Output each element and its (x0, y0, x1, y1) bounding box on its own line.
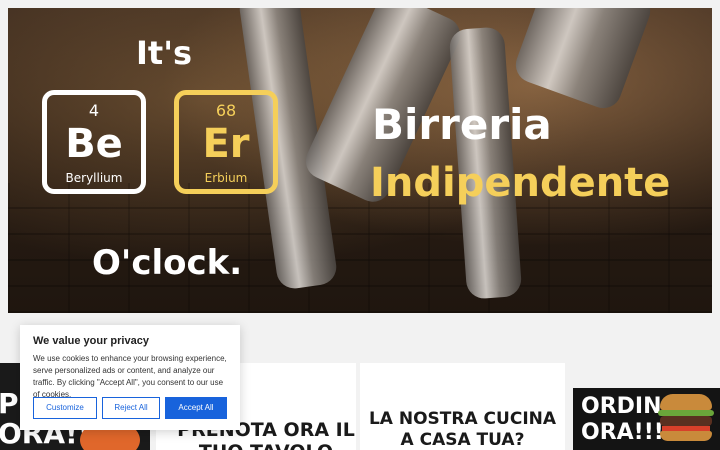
hero-oclock-text: O'clock. (92, 243, 243, 283)
element-number: 4 (88, 101, 100, 120)
kitchen-card[interactable]: LA NOSTRA CUCINA A CASA TUA? (360, 363, 565, 450)
element-symbol: Er (202, 121, 250, 167)
cookie-title: We value your privacy (33, 335, 149, 347)
cookie-description: We use cookies to enhance your browsing … (33, 354, 227, 399)
burger-icon (658, 394, 714, 444)
element-tile-beryllium: 4 Be Beryllium (42, 90, 146, 194)
accept-all-button[interactable]: Accept All (165, 397, 227, 419)
customize-button[interactable]: Customize (33, 397, 97, 419)
hero-banner: It's 4 Be Beryllium 68 Er Erbium O'clock… (8, 8, 712, 313)
hero-title-line1: Birreria (372, 100, 552, 149)
element-name: Beryllium (65, 171, 123, 185)
kitchen-title: LA NOSTRA CUCINA A CASA TUA? (368, 409, 557, 450)
element-symbol: Be (65, 121, 123, 167)
element-number: 68 (215, 101, 237, 120)
hero-its-text: It's (136, 34, 193, 72)
order-now-card[interactable]: ORDINA ORA!!! (573, 388, 720, 450)
element-tile-erbium: 68 Er Erbium (174, 90, 278, 194)
beer-tap-image (510, 8, 656, 114)
cookie-consent-banner: We value your privacy We use cookies to … (20, 325, 240, 430)
hero-title-line2: Indipendente (370, 160, 671, 206)
element-name: Erbium (204, 171, 248, 185)
reject-all-button[interactable]: Reject All (102, 397, 160, 419)
